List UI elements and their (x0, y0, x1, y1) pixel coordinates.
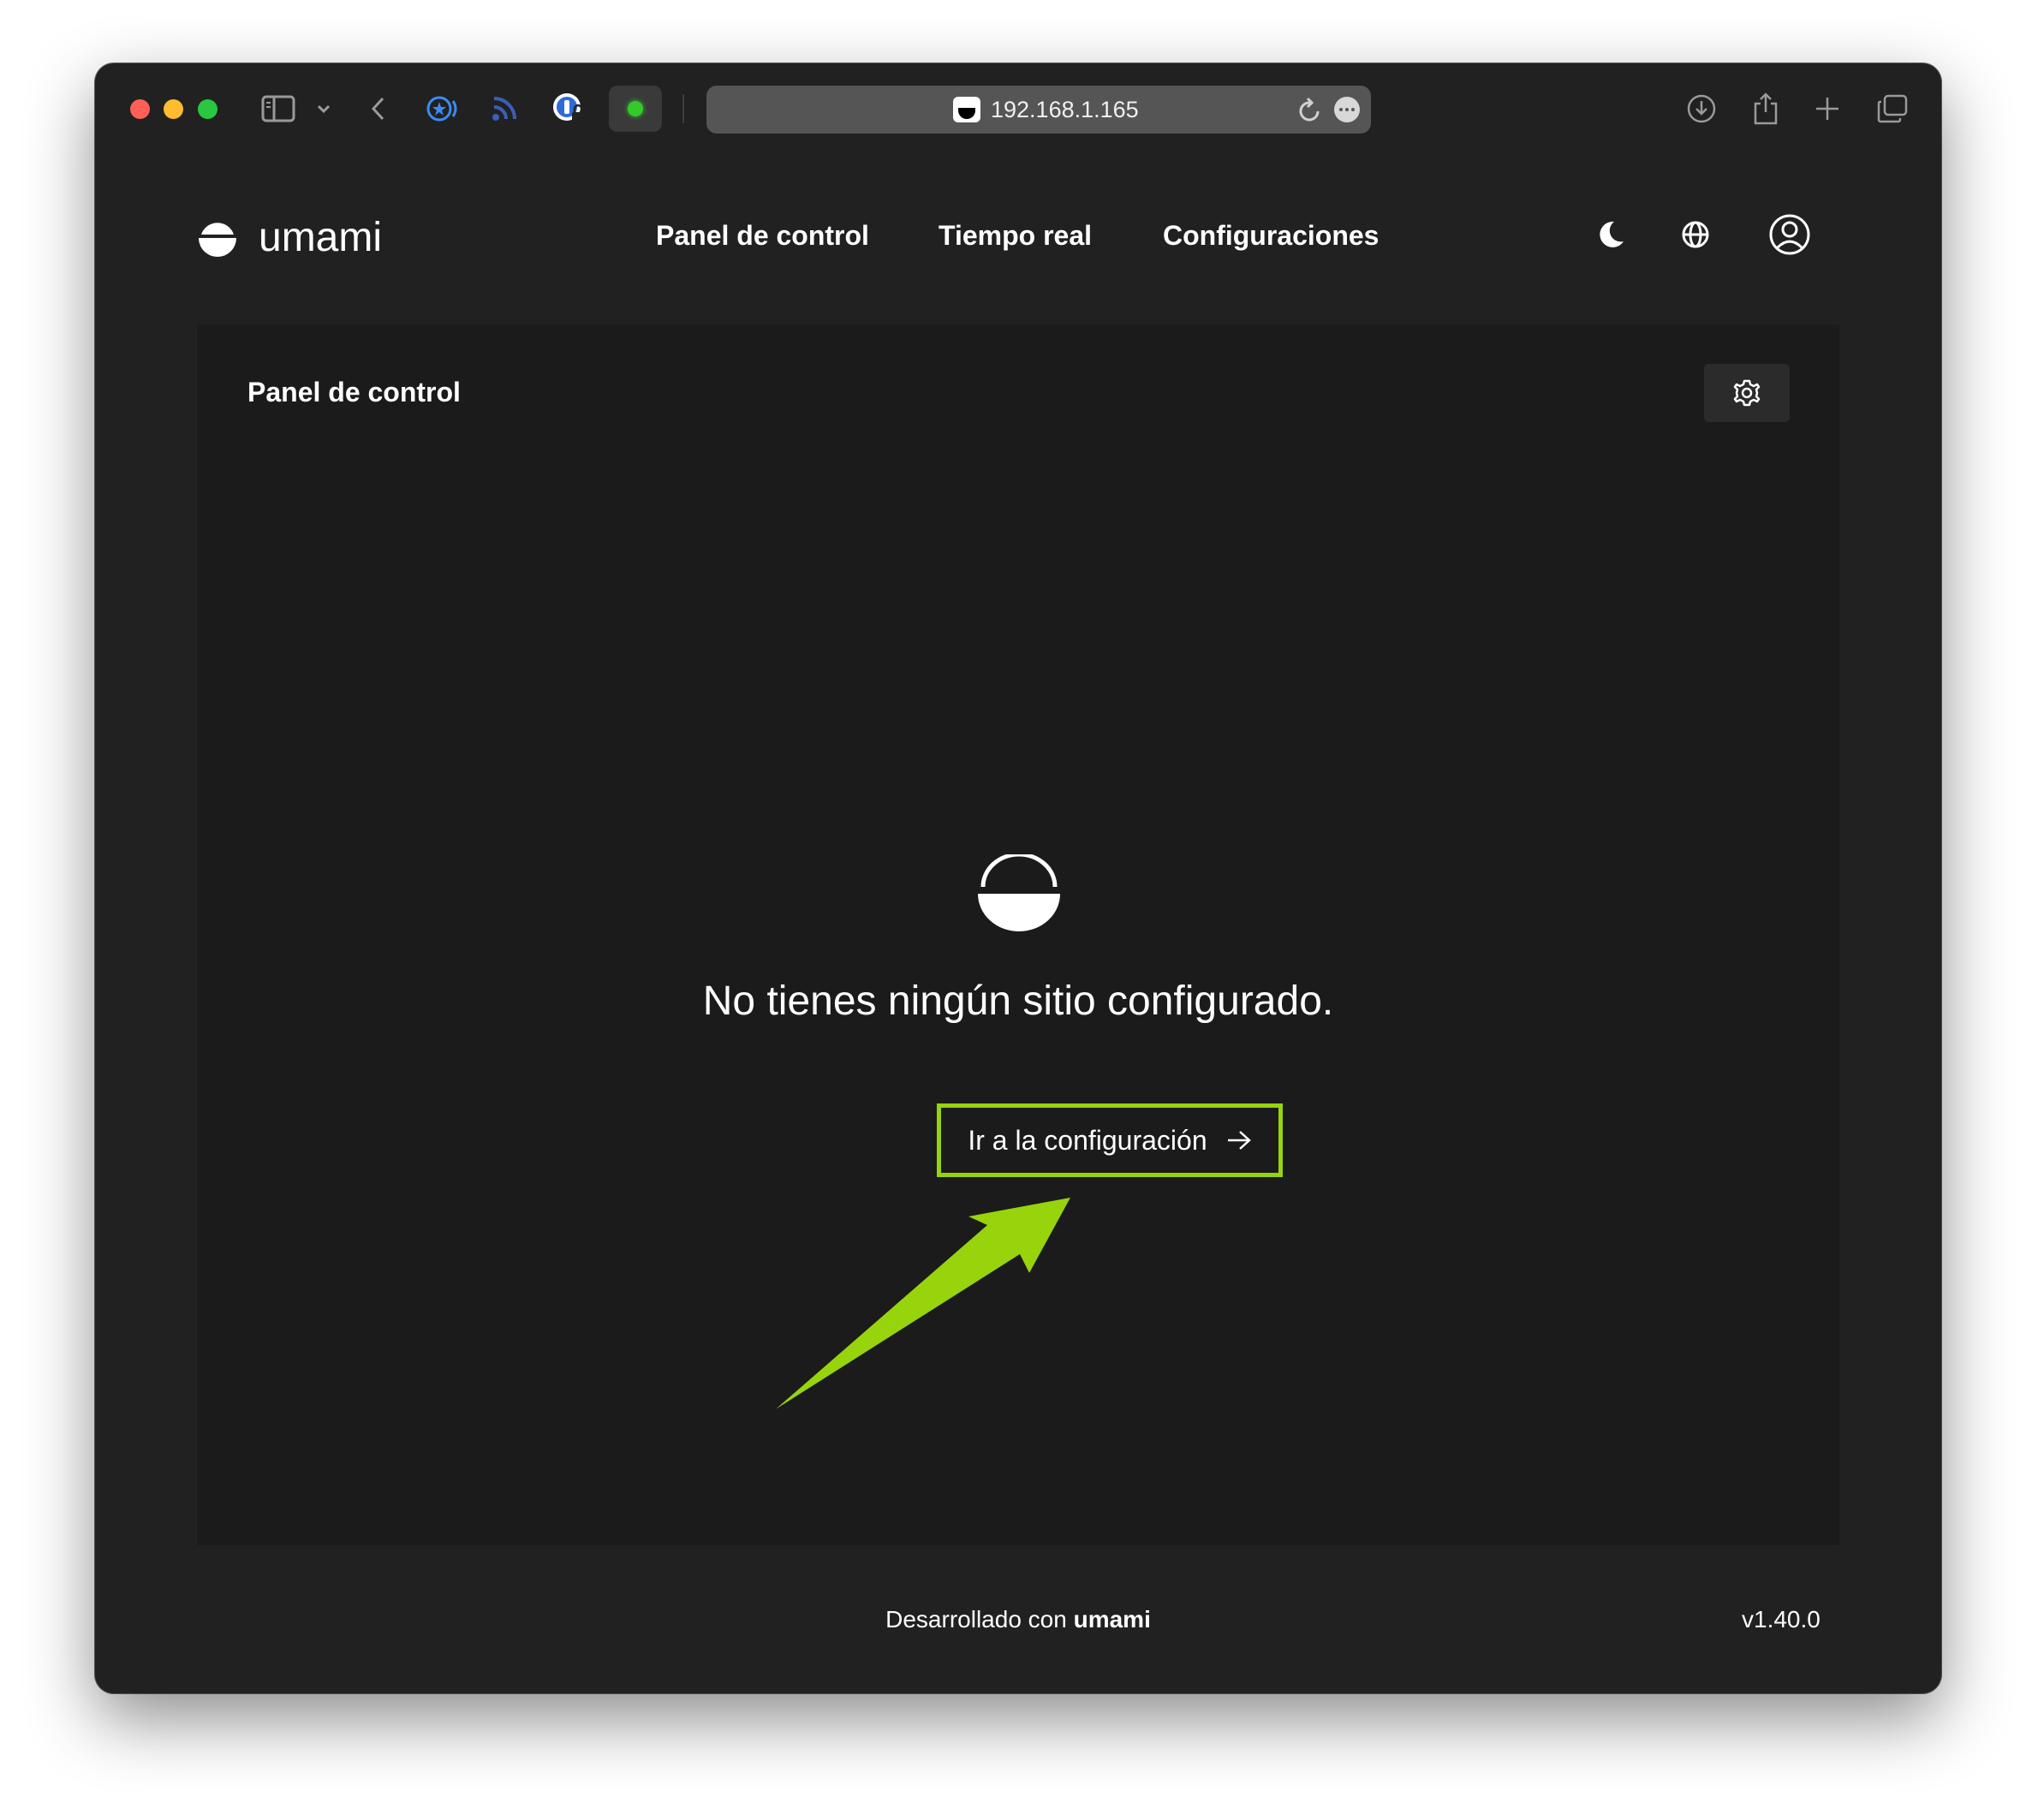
user-icon[interactable] (1767, 212, 1812, 257)
back-icon[interactable] (359, 89, 398, 128)
footer-credit: Desarrollado con umami (95, 1604, 1941, 1635)
close-window-button[interactable] (130, 99, 150, 119)
new-tab-icon[interactable] (1808, 89, 1847, 128)
chevron-down-icon[interactable] (304, 89, 343, 128)
nav-settings[interactable]: Configuraciones (1163, 218, 1379, 253)
share-icon[interactable] (1746, 89, 1785, 128)
globe-icon[interactable] (1678, 217, 1713, 252)
extension-icon[interactable] (422, 89, 462, 128)
browser-window: 192.168.1.165 umami Panel de control Tie… (95, 63, 1941, 1693)
site-favicon-icon (953, 97, 980, 122)
toolbar-separator (682, 94, 684, 123)
rss-icon[interactable] (485, 89, 524, 128)
address-url: 192.168.1.165 (991, 97, 1139, 122)
more-icon[interactable] (1334, 97, 1360, 122)
footer-brand-link[interactable]: umami (1074, 1606, 1151, 1633)
footer-prefix: Desarrollado con (885, 1606, 1067, 1633)
status-dot-icon[interactable] (609, 86, 662, 132)
nav-dashboard[interactable]: Panel de control (656, 218, 869, 253)
dashboard-panel: Panel de control No tienes ningún sitio … (197, 324, 1839, 1545)
browser-toolbar: 192.168.1.165 (95, 63, 1941, 154)
brand-name[interactable]: umami (259, 214, 382, 262)
nav-realtime[interactable]: Tiempo real (939, 218, 1092, 253)
moon-icon[interactable] (1594, 217, 1628, 252)
minimize-window-button[interactable] (164, 99, 183, 119)
umami-logo-icon[interactable] (196, 218, 239, 261)
password-extension-icon[interactable] (549, 89, 588, 128)
download-icon[interactable] (1682, 89, 1721, 128)
sidebar-icon[interactable] (259, 89, 298, 128)
version-label: v1.40.0 (1742, 1606, 1820, 1633)
address-bar[interactable]: 192.168.1.165 (706, 86, 1371, 134)
reload-icon[interactable] (1297, 96, 1323, 128)
annotation-arrow (776, 1198, 1070, 1409)
tabs-overview-icon[interactable] (1873, 89, 1912, 128)
zoom-window-button[interactable] (198, 99, 218, 119)
